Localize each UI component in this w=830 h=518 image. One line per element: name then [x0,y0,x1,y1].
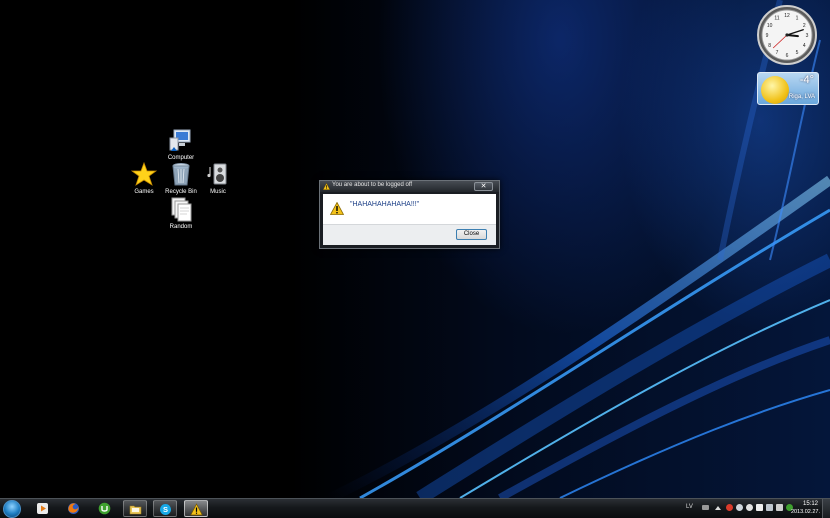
clock-numeral: 12 [784,13,790,19]
desktop-icon-computer[interactable]: Computer [159,127,203,161]
analog-clock-icon: 1234567891011 12 [757,5,817,65]
firefox-icon [68,503,79,514]
warning-icon [190,503,203,516]
clock-numeral: 7 [776,50,779,56]
games-star-icon [131,161,157,186]
tray-app-icon[interactable] [746,504,753,511]
weather-gadget[interactable]: -4° Riga, LVA [757,72,819,105]
clock-numeral: 10 [767,23,773,29]
clock-gadget[interactable]: 1 2 3 4 5 6 7 8 9 10 11 12 [756,4,818,66]
dialog-close-button[interactable]: Close [456,229,487,240]
sun-icon [761,76,789,104]
clock-numeral: 11 [774,15,779,21]
folder-explorer-icon [129,505,142,515]
media-player-icon [37,503,48,514]
dialog-message: "HAHAHAHAHAHA!!!" [350,201,420,208]
recycle-bin-icon [172,163,190,186]
close-icon: ✕ [480,183,487,190]
taskbar-utorrent[interactable] [93,500,117,517]
clock-numeral: 3 [806,33,809,39]
taskbar-skype[interactable]: S [153,500,177,517]
clock-numeral: 8 [768,43,771,49]
tray-app-icon[interactable] [736,504,743,511]
desktop-icon-random[interactable]: Random [159,196,203,230]
svg-text:S: S [163,505,168,514]
clock-date[interactable]: 2013.02.27. [791,509,820,515]
close-button[interactable]: ✕ [474,182,493,191]
show-hidden-icons-chevron-icon[interactable] [715,506,721,510]
dialog-footer: Close [323,224,496,245]
music-speaker-icon [207,163,227,185]
computer-icon [169,129,191,151]
taskbar-media-player[interactable] [31,500,55,517]
antivirus-icon[interactable] [726,504,733,511]
weather-temperature: -4° [799,74,814,86]
weather-location: Riga, LVA [788,94,815,100]
logoff-dialog: You are about to be logged off ✕ "HAHAHA… [319,180,500,249]
skype-icon: S [160,504,171,515]
system-tray: LV 15:12 2013.02.27. [680,499,830,518]
clock-numeral: 9 [766,33,769,39]
warning-icon [330,202,344,215]
clock-numeral: 2 [803,23,806,29]
clock-numeral: 5 [796,50,799,56]
network-icon[interactable] [766,504,773,511]
dialog-titlebar[interactable]: You are about to be logged off ✕ [320,181,499,192]
windows-start-orb-icon[interactable] [3,500,21,518]
desktop-icon-music[interactable]: Music [196,161,240,195]
language-indicator[interactable]: LV [686,504,693,510]
taskbar-firefox[interactable] [62,500,86,517]
folder-documents-icon [171,197,192,222]
dialog-body: "HAHAHAHAHAHA!!!" [323,194,496,224]
dialog-title: You are about to be logged off [332,182,413,188]
keyboard-icon[interactable] [702,505,709,510]
desktop[interactable]: Computer Games Recycle Bin Music Random … [0,0,830,498]
desktop-icon-label: Random [169,224,193,230]
volume-icon[interactable] [776,504,783,511]
clock-numeral: 1 [796,15,799,21]
clock-numeral: 4 [803,43,806,49]
clock-time[interactable]: 15:12 [803,501,818,507]
desktop-icon-label: Music [210,189,226,195]
taskbar-warning-dialog[interactable] [184,500,208,517]
warning-icon [323,183,330,190]
clock-numeral: 6 [786,53,789,59]
utorrent-icon [98,502,111,515]
taskbar: S LV 15:12 2013.02.27. [0,498,830,518]
show-desktop-button[interactable] [822,499,830,518]
wallpaper-swirl [327,0,830,498]
action-center-flag-icon[interactable] [756,504,763,511]
taskbar-explorer[interactable] [123,500,147,517]
